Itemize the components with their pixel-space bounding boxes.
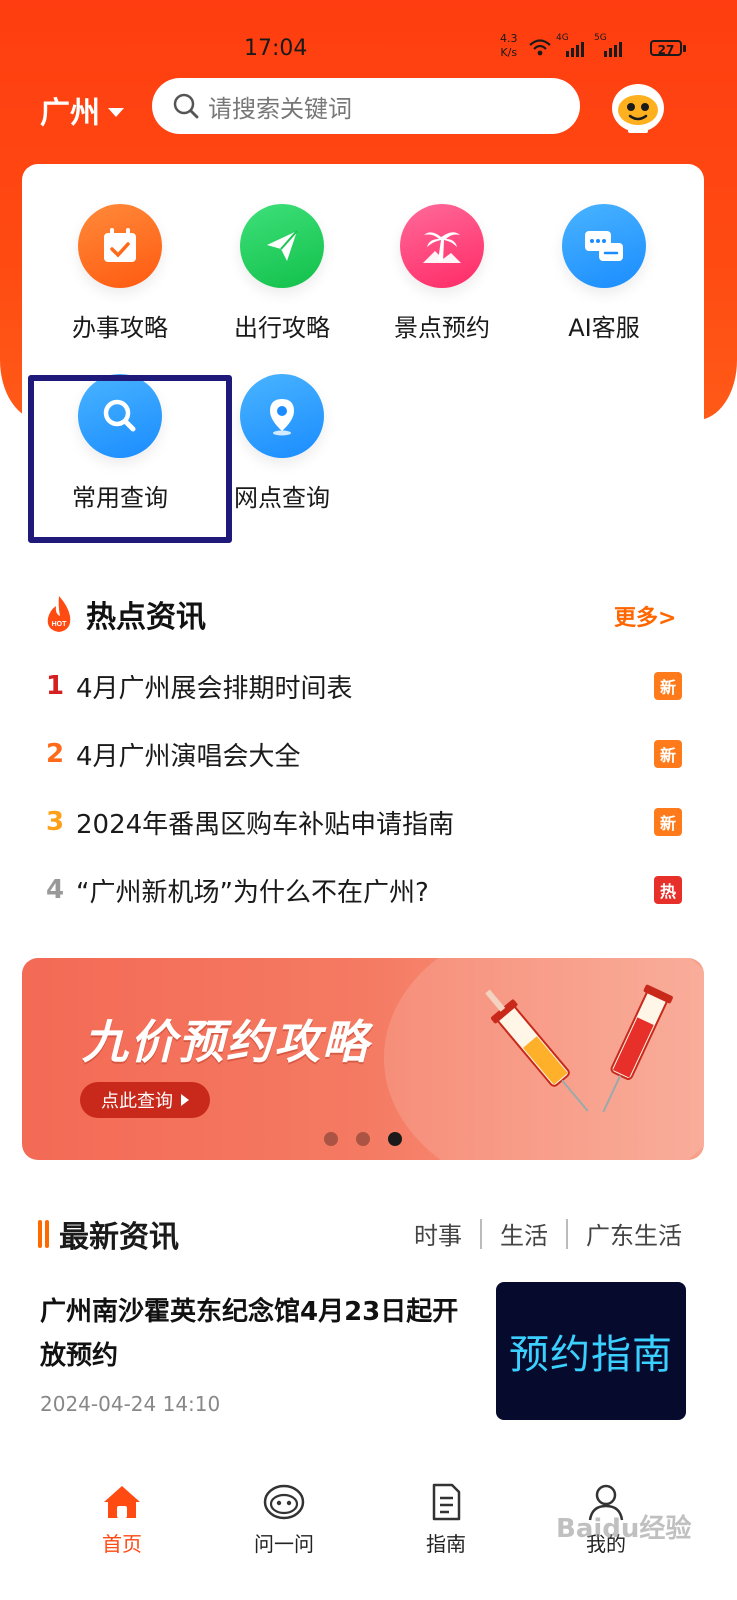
watermark: Baidu经验: [556, 1514, 692, 1544]
signal-1-icon: [566, 42, 584, 57]
hot-badge: 热: [654, 876, 682, 904]
hot-news-title: 热点资讯: [86, 600, 206, 635]
document-icon: [432, 1483, 461, 1521]
palm-tree-icon: [400, 204, 484, 288]
robot-face-icon[interactable]: [608, 76, 668, 136]
nav-label: 问一问: [254, 1532, 314, 1556]
latest-news-title: 最新资讯: [59, 1220, 179, 1255]
search-placeholder: 请搜索关键词: [208, 94, 352, 123]
city-selector[interactable]: 广州: [40, 88, 124, 132]
nav-ask[interactable]: 问一问: [224, 1482, 344, 1557]
news-title: 4月广州展会排期时间表: [76, 673, 353, 704]
city-name: 广州: [40, 96, 100, 131]
status-bar: 17:04 4.3 K/s 4G 5G 27: [0, 32, 737, 66]
status-time: 17:04: [244, 36, 308, 61]
nav-label: 首页: [102, 1532, 142, 1556]
latest-news-header: 最新资讯: [38, 1212, 179, 1256]
news-title: “广州新机场”为什么不在广州?: [76, 877, 429, 908]
banner-headline: 九价预约攻略: [82, 1015, 370, 1069]
new-badge: 新: [654, 808, 682, 836]
news-rank: 4: [46, 875, 65, 905]
service-label: 办事攻略: [72, 314, 168, 342]
location-pin-icon: [240, 374, 324, 458]
tab-divider: [566, 1218, 568, 1249]
banner-cta-button[interactable]: 点此查询: [80, 1082, 210, 1118]
service-label: AI客服: [568, 314, 640, 342]
article-thumbnail[interactable]: 预约指南: [496, 1282, 686, 1420]
chat-bubbles-icon: [562, 204, 646, 288]
service-label: 景点预约: [394, 314, 490, 342]
tab-current-affairs[interactable]: 时事: [414, 1216, 462, 1251]
hot-news-header: HOT 热点资讯: [42, 592, 206, 636]
home-icon: [104, 1486, 140, 1518]
article-title[interactable]: 广州南沙霍英东纪念馆4月23日起开放预约: [40, 1290, 480, 1378]
search-icon: [173, 93, 199, 119]
news-title: 4月广州演唱会大全: [76, 741, 301, 772]
tab-divider: [480, 1218, 482, 1249]
carousel-dot[interactable]: [356, 1132, 370, 1146]
news-rank: 1: [46, 671, 65, 701]
nav-guide[interactable]: 指南: [386, 1482, 506, 1557]
hot-news-item[interactable]: 1 4月广州展会排期时间表 新: [46, 666, 686, 706]
outlet-query-button[interactable]: 网点查询: [212, 374, 352, 513]
nav-home[interactable]: 首页: [62, 1482, 182, 1557]
news-title: 2024年番禺区购车补贴申请指南: [76, 809, 455, 840]
search-bar[interactable]: 请搜索关键词: [152, 78, 580, 134]
signal-2-icon: [604, 42, 622, 57]
nav-label: 指南: [426, 1532, 466, 1556]
fire-icon: HOT: [47, 596, 71, 632]
more-link[interactable]: 更多>: [614, 600, 676, 632]
new-badge: 新: [654, 672, 682, 700]
new-badge: 新: [654, 740, 682, 768]
thumbnail-text: 预约指南: [509, 1332, 673, 1378]
hot-news-item[interactable]: 4 “广州新机场”为什么不在广州? 热: [46, 870, 686, 910]
annotation-highlight-box: [28, 375, 232, 543]
service-label: 网点查询: [234, 484, 330, 512]
paper-plane-icon: [240, 204, 324, 288]
net-speed-unit: K/s: [500, 46, 518, 59]
net-speed: 4.3 K/s: [500, 32, 518, 60]
travel-guide-button[interactable]: 出行攻略: [212, 204, 352, 343]
net-speed-value: 4.3: [500, 32, 518, 45]
ai-customer-service-button[interactable]: AI客服: [534, 204, 674, 343]
promo-banner[interactable]: 九价预约攻略 点此查询: [22, 958, 704, 1160]
section-marker-icon: [38, 1220, 49, 1248]
calendar-check-icon: [78, 204, 162, 288]
hot-news-item[interactable]: 3 2024年番禺区购车补贴申请指南 新: [46, 802, 686, 842]
tab-life[interactable]: 生活: [500, 1216, 548, 1251]
banner-cta-label: 点此查询: [101, 1091, 173, 1112]
tab-guangdong-life[interactable]: 广东生活: [586, 1216, 682, 1251]
news-category-tabs: 时事 生活 广东生活: [414, 1216, 682, 1251]
news-rank: 2: [46, 739, 65, 769]
wifi-icon: [529, 39, 551, 56]
carousel-dot-active[interactable]: [388, 1132, 402, 1146]
play-arrow-icon: [181, 1094, 189, 1106]
carousel-dot[interactable]: [324, 1132, 338, 1146]
service-guide-button[interactable]: 办事攻略: [50, 204, 190, 343]
service-label: 出行攻略: [234, 314, 330, 342]
robot-icon: [263, 1484, 305, 1520]
chevron-down-icon: [108, 107, 124, 117]
news-rank: 3: [46, 807, 65, 837]
syringe-icon: [485, 984, 673, 1113]
hot-news-item[interactable]: 2 4月广州演唱会大全 新: [46, 734, 686, 774]
carousel-indicator: [324, 1132, 402, 1146]
fire-badge-text: HOT: [52, 621, 68, 628]
battery-icon: 27: [650, 40, 686, 57]
attraction-booking-button[interactable]: 景点预约: [372, 204, 512, 343]
article-date: 2024-04-24 14:10: [40, 1392, 221, 1416]
